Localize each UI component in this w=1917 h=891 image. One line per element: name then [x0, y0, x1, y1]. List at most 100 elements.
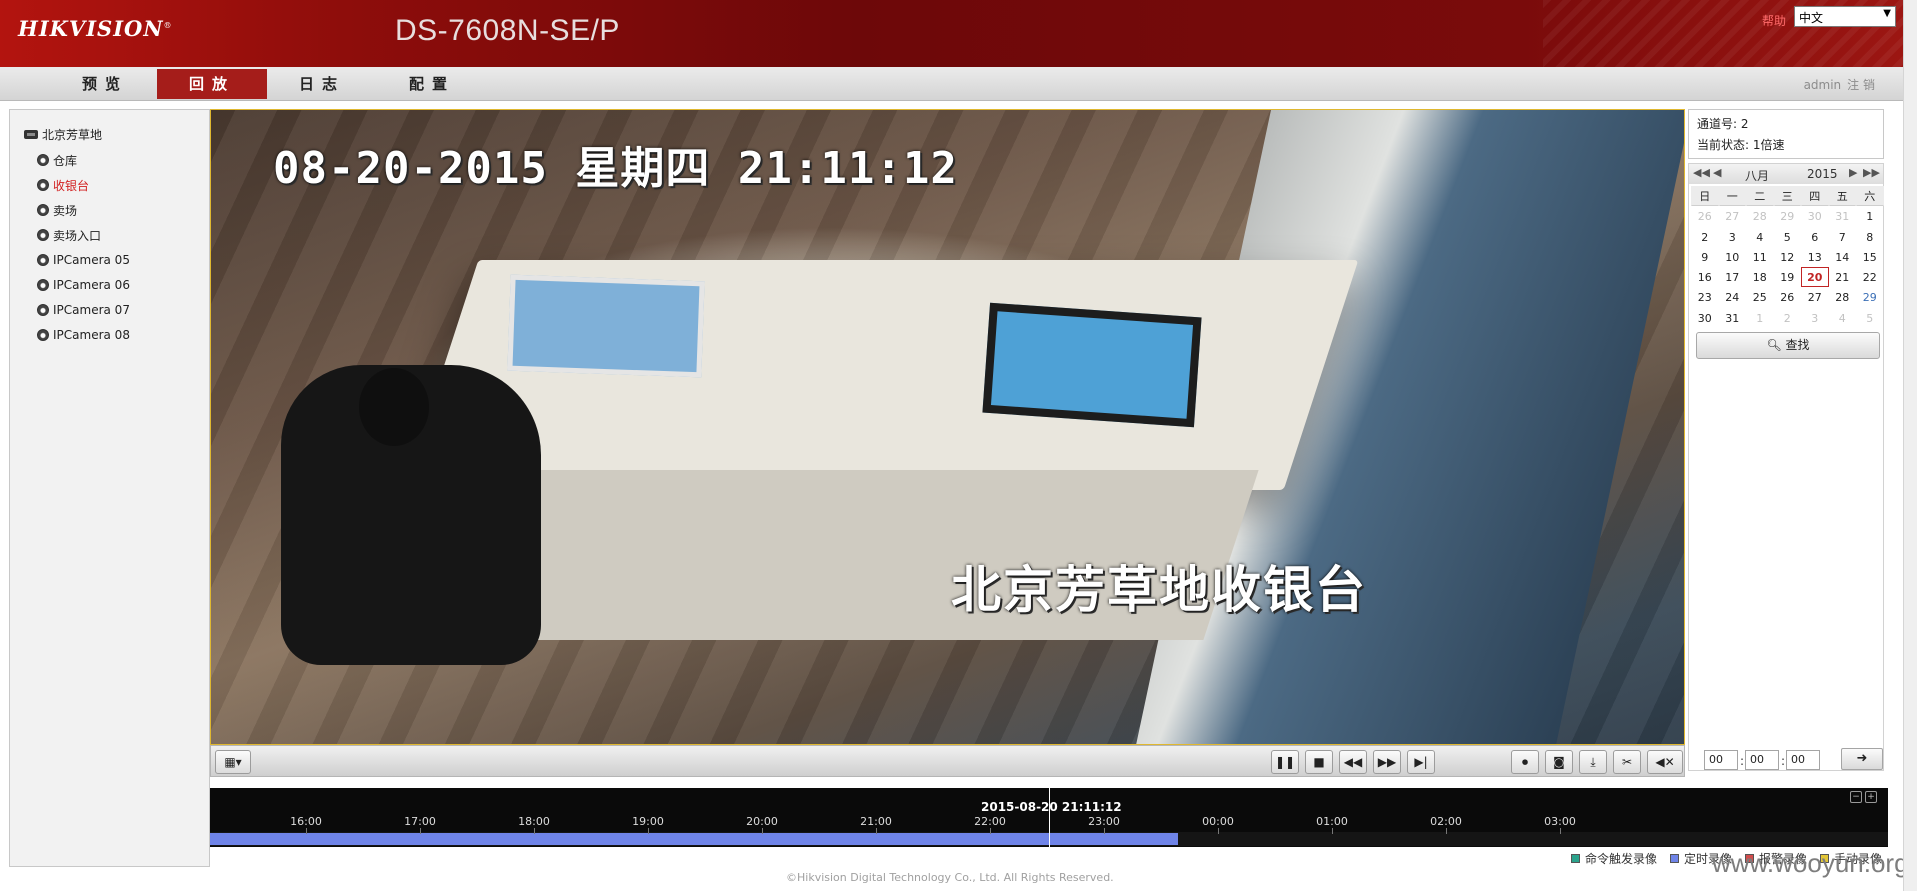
help-link[interactable]: 帮助: [1762, 12, 1786, 29]
calendar-day[interactable]: 2: [1691, 227, 1719, 247]
calendar-day[interactable]: 8: [1856, 227, 1884, 247]
calendar-day[interactable]: 4: [1829, 308, 1857, 328]
calendar-day[interactable]: 26: [1774, 287, 1802, 307]
playback-timeline[interactable]: 2015-08-20 21:11:12 − + 16:00 17:00 18:00 1…: [210, 788, 1888, 847]
calendar-day[interactable]: 27: [1719, 206, 1747, 226]
zoom-in-icon[interactable]: +: [1865, 791, 1877, 803]
calendar-day[interactable]: 28: [1829, 287, 1857, 307]
camera-icon: [37, 179, 49, 191]
second-input[interactable]: 00: [1786, 750, 1820, 770]
timeline-hour-label: 18:00: [518, 815, 550, 828]
calendar-day[interactable]: 29: [1774, 206, 1802, 226]
tree-item-camera[interactable]: 收银台: [37, 176, 89, 194]
timeline-hour-label: 16:00: [290, 815, 322, 828]
calendar-day[interactable]: 3: [1719, 227, 1747, 247]
tree-item-camera[interactable]: IPCamera 06: [37, 276, 130, 294]
next-year-icon[interactable]: ▶▶: [1863, 166, 1880, 179]
calendar-day-selected[interactable]: 20: [1801, 267, 1829, 288]
calendar-day[interactable]: 6: [1801, 227, 1829, 247]
legend-label: 命令触发录像: [1585, 852, 1658, 866]
tree-item-camera[interactable]: IPCamera 05: [37, 251, 130, 269]
calendar-weekday: 三: [1773, 186, 1801, 207]
tree-item-camera[interactable]: 卖场: [37, 201, 77, 219]
tab-log[interactable]: 日志: [267, 69, 377, 99]
copyright-footer: ©Hikvision Digital Technology Co., Ltd. …: [786, 871, 1114, 884]
calendar-day[interactable]: 13: [1801, 247, 1829, 267]
stop-icon[interactable]: ■: [1305, 750, 1333, 774]
minute-input[interactable]: 00: [1745, 750, 1779, 770]
calendar-day[interactable]: 25: [1746, 287, 1774, 307]
search-button[interactable]: 🔍︎ 查找: [1696, 332, 1880, 359]
go-to-time-button[interactable]: ➜: [1841, 748, 1883, 770]
snapshot-icon[interactable]: ◙: [1545, 750, 1573, 774]
clip-record-icon[interactable]: ⏺: [1511, 750, 1539, 774]
hour-input[interactable]: 00: [1704, 750, 1738, 770]
calendar-day[interactable]: 1: [1746, 308, 1774, 328]
calendar-day[interactable]: 23: [1691, 287, 1719, 307]
tab-playback[interactable]: 回放: [157, 69, 267, 99]
calendar-day[interactable]: 9: [1691, 247, 1719, 267]
timeline-tick: [1560, 828, 1561, 834]
calendar-day[interactable]: 31: [1829, 206, 1857, 226]
calendar-day[interactable]: 26: [1691, 206, 1719, 226]
calendar-day[interactable]: 11: [1746, 247, 1774, 267]
download-icon[interactable]: ⤓: [1579, 750, 1607, 774]
calendar-day[interactable]: 15: [1856, 247, 1884, 267]
rewind-icon[interactable]: ◀◀: [1339, 750, 1367, 774]
next-month-icon[interactable]: ▶: [1849, 166, 1857, 179]
tree-item-camera[interactable]: 仓库: [37, 151, 77, 169]
video-playback-view[interactable]: 08-20-2015 星期四 21:11:12 北京芳草地收银台: [210, 109, 1685, 745]
tree-item-camera[interactable]: IPCamera 08: [37, 326, 130, 344]
pause-icon[interactable]: ❚❚: [1271, 750, 1299, 774]
step-frame-icon[interactable]: ▶|: [1407, 750, 1435, 774]
timeline-tick: [1446, 828, 1447, 834]
calendar-weekday: 五: [1828, 186, 1856, 207]
timeline-tick: [534, 828, 535, 834]
calendar-day[interactable]: 1: [1856, 206, 1884, 226]
calendar-day[interactable]: 10: [1719, 247, 1747, 267]
calendar-day[interactable]: 2: [1774, 308, 1802, 328]
calendar-day[interactable]: 4: [1746, 227, 1774, 247]
calendar-day[interactable]: 21: [1829, 267, 1857, 287]
calendar-grid: 日一二三四五六 26 27 28 29 30 31 1 2 3 4 5 6 7 8 9 10 11 12 13 14 15…: [1691, 186, 1884, 328]
calendar-day[interactable]: 28: [1746, 206, 1774, 226]
calendar-day[interactable]: 24: [1719, 287, 1747, 307]
page-scrollbar[interactable]: [1903, 0, 1917, 891]
tab-config[interactable]: 配置: [377, 69, 487, 99]
zoom-out-icon[interactable]: −: [1850, 791, 1862, 803]
calendar-day[interactable]: 27: [1801, 287, 1829, 307]
fast-forward-icon[interactable]: ▶▶: [1373, 750, 1401, 774]
calendar-day[interactable]: 14: [1829, 247, 1857, 267]
calendar-day[interactable]: 30: [1801, 206, 1829, 226]
tab-preview[interactable]: 预览: [50, 69, 160, 99]
logout-link[interactable]: 注 销: [1847, 78, 1875, 92]
tree-item-camera[interactable]: 卖场入口: [37, 226, 101, 244]
calendar-day[interactable]: 5: [1856, 308, 1884, 328]
language-select[interactable]: 中文 ▼: [1794, 6, 1896, 27]
calendar-day[interactable]: 5: [1774, 227, 1802, 247]
calendar-day[interactable]: 12: [1774, 247, 1802, 267]
calendar-day[interactable]: 19: [1774, 267, 1802, 287]
tree-item-label: 收银台: [53, 178, 90, 193]
cut-icon[interactable]: ✂: [1613, 750, 1641, 774]
timeline-hour-label: 00:00: [1202, 815, 1234, 828]
tree-item-camera[interactable]: IPCamera 07: [37, 301, 130, 319]
calendar-day[interactable]: 29: [1856, 287, 1884, 307]
prev-year-icon[interactable]: ◀◀: [1693, 166, 1710, 179]
legend-swatch: [1670, 854, 1679, 863]
timeline-cursor[interactable]: [1049, 788, 1050, 847]
prev-month-icon[interactable]: ◀: [1713, 166, 1721, 179]
search-icon: 🔍︎: [1766, 338, 1782, 352]
calendar-day[interactable]: 7: [1829, 227, 1857, 247]
layout-grid-icon[interactable]: ▦▾: [215, 750, 251, 774]
volume-mute-icon[interactable]: ◀✕: [1647, 750, 1683, 774]
calendar-day[interactable]: 3: [1801, 308, 1829, 328]
tree-root-device[interactable]: 北京芳草地: [24, 125, 102, 143]
calendar-day[interactable]: 17: [1719, 267, 1747, 287]
calendar-weekday: 六: [1856, 186, 1884, 207]
calendar-day[interactable]: 22: [1856, 267, 1884, 287]
calendar-day[interactable]: 16: [1691, 267, 1719, 287]
calendar-day[interactable]: 30: [1691, 308, 1719, 328]
calendar-day[interactable]: 18: [1746, 267, 1774, 287]
calendar-day[interactable]: 31: [1719, 308, 1747, 328]
